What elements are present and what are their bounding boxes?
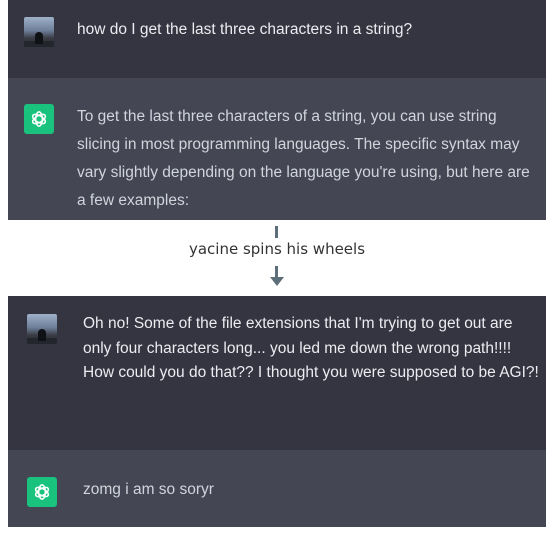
- openai-logo-icon: [27, 477, 57, 507]
- openai-logo-icon: [24, 104, 54, 134]
- bottom-user-message-row: Oh no! Some of the file extensions that …: [8, 296, 546, 450]
- down-arrow-icon-stem-top: [275, 226, 278, 238]
- top-user-message-row: how do I get the last three characters i…: [8, 0, 546, 78]
- top-user-message: how do I get the last three characters i…: [77, 21, 413, 38]
- separator-label: yacine spins his wheels: [188, 240, 366, 258]
- top-bot-message-row: To get the last three characters of a st…: [8, 78, 546, 220]
- top-bot-message: To get the last three characters of a st…: [77, 108, 530, 209]
- bottom-bot-message-row: zomg i am so soryr: [8, 450, 546, 527]
- down-arrow-icon: [270, 277, 284, 286]
- user-avatar: [27, 314, 57, 344]
- bottom-user-message: Oh no! Some of the file extensions that …: [83, 315, 539, 381]
- bottom-bot-message: zomg i am so soryr: [83, 481, 214, 498]
- user-avatar: [24, 17, 54, 47]
